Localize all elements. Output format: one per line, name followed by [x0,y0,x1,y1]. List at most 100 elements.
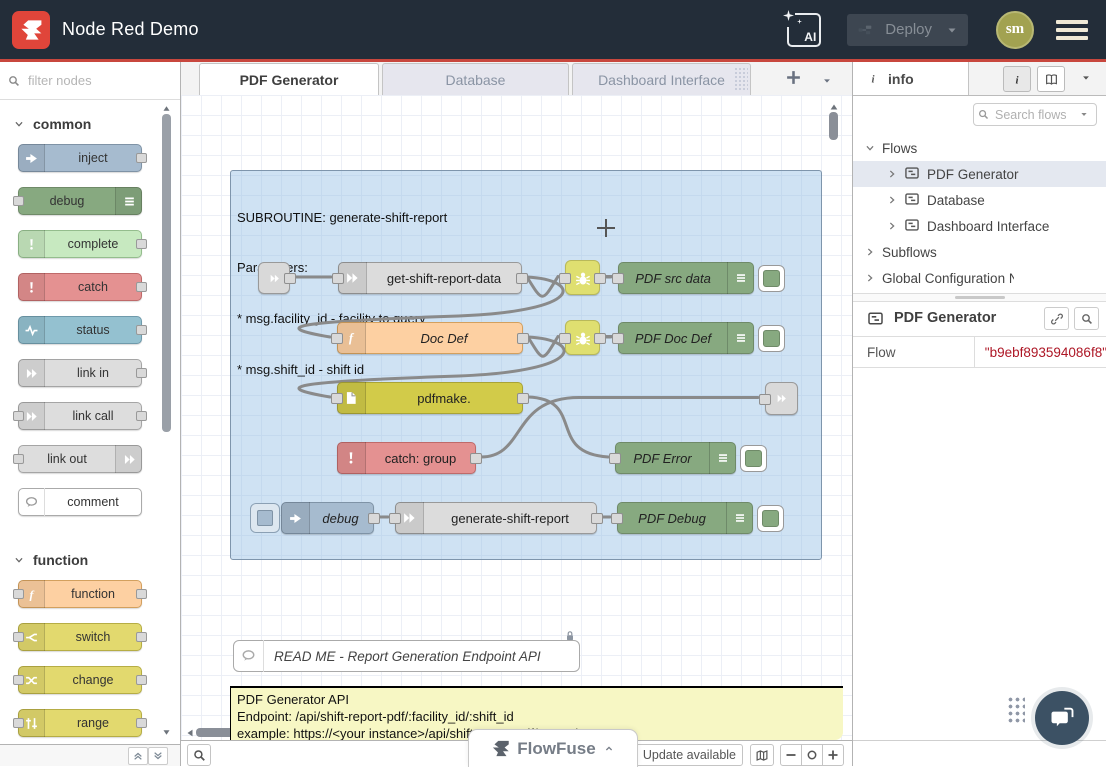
sidebar-info-view-button[interactable]: i [1003,66,1031,92]
input-port[interactable] [13,718,24,728]
tree-item-database[interactable]: Database [853,187,1106,213]
zoom-in-button[interactable] [822,744,844,766]
input-port[interactable] [13,589,24,599]
tab-pdf-generator[interactable]: PDF Generator [199,63,379,96]
function-node[interactable]: fDoc Def [337,322,523,354]
palette-node-debug[interactable]: debug [18,187,142,215]
link-call-node[interactable]: generate-shift-report [395,502,597,534]
output-port[interactable] [470,453,482,464]
sidebar-docs-button[interactable] [1037,66,1065,92]
palette-node-change[interactable]: change [18,666,142,694]
debug-toggle-button[interactable] [758,265,785,292]
palette-scrollbar[interactable] [162,114,171,432]
palette-node-comment[interactable]: comment [18,488,142,516]
palette-node-status[interactable]: status [18,316,142,344]
chevron-right-icon[interactable] [865,245,875,260]
output-port[interactable] [136,589,147,599]
chevron-right-icon[interactable] [887,167,897,182]
search-flows-button[interactable] [187,744,211,766]
copy-link-button[interactable] [1044,307,1069,330]
input-port[interactable] [559,273,571,284]
tab-database[interactable]: Database [382,63,569,96]
chat-widget-button[interactable] [1035,691,1089,745]
debug-toggle-button[interactable] [740,445,767,472]
output-port[interactable] [368,513,380,524]
input-port[interactable] [759,394,771,405]
palette-scroll-down-icon[interactable] [161,724,172,742]
palette-node-complete[interactable]: complete [18,230,142,258]
search-flows-input[interactable] [993,107,1075,123]
link-out-node[interactable] [765,382,798,415]
palette-node-switch[interactable]: switch [18,623,142,651]
input-port[interactable] [13,675,24,685]
debug-node[interactable]: PDF Debug [617,502,753,534]
search-caret-icon[interactable] [1079,110,1089,119]
chevron-right-icon[interactable] [887,193,897,208]
sidebar-splitter[interactable] [853,293,1106,302]
flow-list-caret-icon[interactable] [821,73,833,91]
palette-node-catch[interactable]: catch [18,273,142,301]
output-port[interactable] [136,239,147,249]
map-view-button[interactable] [750,744,774,766]
input-port[interactable] [559,333,571,344]
output-port[interactable] [136,718,147,728]
tree-item-pdf-generator[interactable]: PDF Generator [853,161,1106,187]
output-port[interactable] [136,411,147,421]
output-port[interactable] [594,333,606,344]
output-port[interactable] [517,333,529,344]
debug-toggle-button[interactable] [758,325,785,352]
palette-node-link in[interactable]: link in [18,359,142,387]
input-port[interactable] [13,632,24,642]
debug-node[interactable]: PDF Error [615,442,736,474]
palette-node-link call[interactable]: link call [18,402,142,430]
palette-collapse-all-button[interactable] [128,747,148,765]
palette-expand-all-button[interactable] [148,747,168,765]
input-port[interactable] [612,273,624,284]
flow-canvas[interactable]: SUBROUTINE: generate-shift-report Parame… [181,95,852,740]
tab-info[interactable]: i info [853,62,969,95]
input-port[interactable] [331,333,343,344]
output-port[interactable] [136,325,147,335]
flowfuse-button[interactable]: FlowFuse [468,729,638,767]
output-port[interactable] [136,632,147,642]
palette-search[interactable] [0,62,180,100]
palette-category-common[interactable]: common [14,116,180,132]
output-port[interactable] [517,393,529,404]
debug-node[interactable]: PDF Doc Def [618,322,754,354]
input-port[interactable] [609,453,621,464]
tree-item-dashboard-interface[interactable]: Dashboard Interface [853,213,1106,239]
output-port[interactable] [284,273,296,284]
palette-node-range[interactable]: range [18,709,142,737]
tree-item-subflows[interactable]: Subflows [853,239,1106,265]
chevron-down-icon[interactable] [865,141,875,156]
output-port[interactable] [136,368,147,378]
palette-category-function[interactable]: function [14,552,180,568]
bug-node[interactable] [565,260,600,295]
palette-node-function[interactable]: ffunction [18,580,142,608]
input-port[interactable] [331,393,343,404]
palette-node-inject[interactable]: inject [18,144,142,172]
filter-nodes-input[interactable] [26,72,150,89]
input-port[interactable] [332,273,344,284]
input-port[interactable] [13,196,24,206]
inject-trigger-button[interactable] [250,503,280,533]
chat-drag-handle-icon[interactable] [1007,696,1025,724]
output-port[interactable] [591,513,603,524]
input-port[interactable] [611,513,623,524]
link-in-node[interactable] [258,262,290,294]
comment-node[interactable]: READ ME - Report Generation Endpoint API [233,640,580,672]
input-port[interactable] [389,513,401,524]
catch-node[interactable]: catch: group [337,442,476,474]
search-node-button[interactable] [1074,307,1099,330]
link-call-node[interactable]: get-shift-report-data [338,262,522,294]
user-avatar[interactable]: sm [996,11,1034,49]
input-port[interactable] [612,333,624,344]
deploy-button[interactable]: Deploy [847,14,968,46]
main-menu-button[interactable] [1056,20,1088,40]
output-port[interactable] [136,675,147,685]
inject-node[interactable]: debug [250,502,372,532]
palette-node-link out[interactable]: link out [18,445,142,473]
sidebar-menu-caret-icon[interactable] [1073,66,1099,90]
debug-node[interactable]: PDF src data [618,262,754,294]
output-port[interactable] [594,273,606,284]
